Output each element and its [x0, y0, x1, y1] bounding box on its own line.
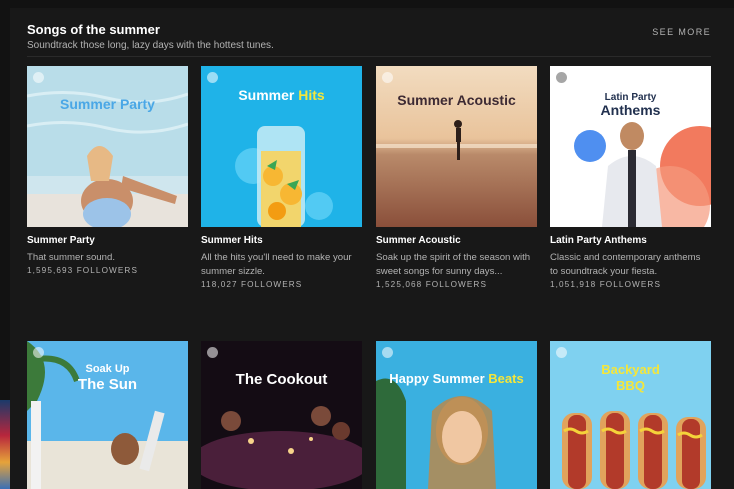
playlist-card-summer-acoustic[interactable]: Summer Acoustic Summer Acoustic Soak up … — [376, 66, 537, 289]
cover-art-beach-sunset — [376, 66, 537, 227]
playlist-card-latin-party-anthems[interactable]: Latin Party Anthems Latin Party Anthems … — [550, 66, 711, 289]
playlist-followers: 1,595,693 FOLLOWERS — [27, 266, 139, 275]
cover-title: Summer Party — [60, 96, 155, 112]
cover-title-part: Happy Summer — [389, 371, 485, 386]
spotify-logo-icon — [207, 72, 218, 83]
cover-art-singer — [550, 66, 711, 227]
cover-art-night-dinner — [201, 341, 362, 489]
cover-title: The Cookout — [235, 371, 328, 388]
playlist-card-happy-summer-beats[interactable]: Happy Summer Beats — [376, 341, 537, 489]
playlist-description: Classic and contemporary anthems to soun… — [550, 252, 701, 277]
spotify-logo-icon — [382, 347, 393, 358]
cover-title: BBQ — [616, 378, 645, 393]
cover-title-small: Soak Up — [85, 363, 130, 375]
playlist-description: All the hits you'll need to make your su… — [201, 252, 352, 277]
cover-title: Summer Hits — [201, 87, 362, 103]
spotify-logo-icon — [33, 72, 44, 83]
spotify-logo-icon — [556, 347, 567, 358]
cover-title-accent: Beats — [488, 371, 524, 386]
playlist-cover[interactable]: Soak Up The Sun — [27, 341, 188, 489]
cover-art-pool — [27, 66, 188, 227]
cover-title: The Sun — [77, 376, 138, 393]
background-artwork-edge — [0, 400, 10, 489]
spotify-logo-icon — [556, 72, 567, 83]
spotify-logo-icon — [33, 347, 44, 358]
playlist-cover[interactable]: Summer Hits — [201, 66, 362, 227]
section-title: Songs of the summer — [27, 22, 160, 37]
playlist-title[interactable]: Summer Hits — [201, 235, 263, 246]
playlist-title[interactable]: Summer Acoustic — [376, 235, 461, 246]
playlist-cover[interactable]: Summer Acoustic — [376, 66, 537, 227]
section-subtitle: Soundtrack those long, lazy days with th… — [27, 40, 274, 51]
playlist-description: Soak up the spirit of the season with sw… — [376, 252, 531, 277]
cover-title-accent: Hits — [298, 87, 325, 103]
playlist-cover[interactable]: The Cookout — [201, 341, 362, 489]
cover-title: Anthems — [600, 102, 661, 118]
playlist-cover[interactable]: Happy Summer Beats — [376, 341, 537, 489]
cover-title: Happy Summer Beats — [376, 371, 537, 386]
playlist-card-summer-hits[interactable]: Summer Hits Summer Hits All the hits you… — [201, 66, 362, 289]
playlist-followers: 118,027 FOLLOWERS — [201, 280, 303, 289]
playlist-title[interactable]: Summer Party — [27, 235, 95, 246]
spotify-logo-icon — [382, 72, 393, 83]
spotify-logo-icon — [207, 347, 218, 358]
playlist-cover[interactable]: Latin Party Anthems — [550, 66, 711, 227]
playlist-cover[interactable]: Backyard BBQ — [550, 341, 711, 489]
section-header: Songs of the summer Soundtrack those lon… — [27, 22, 711, 57]
cover-title-small: Backyard — [601, 362, 660, 377]
see-more-link[interactable]: SEE MORE — [652, 27, 711, 37]
playlist-title[interactable]: Latin Party Anthems — [550, 235, 647, 246]
playlist-card-the-cookout[interactable]: The Cookout — [201, 341, 362, 489]
playlist-card-backyard-bbq[interactable]: Backyard BBQ — [550, 341, 711, 489]
playlist-cover[interactable]: Summer Party — [27, 66, 188, 227]
playlist-followers: 1,525,068 FOLLOWERS — [376, 280, 488, 289]
playlist-card-summer-party[interactable]: Summer Party Summer Party That summer so… — [27, 66, 188, 275]
playlist-description: That summer sound. — [27, 252, 115, 263]
playlist-followers: 1,051,918 FOLLOWERS — [550, 280, 662, 289]
cover-title-part: Summer — [238, 87, 295, 103]
playlist-card-soak-up-the-sun[interactable]: Soak Up The Sun — [27, 341, 188, 489]
cover-title: Summer Acoustic — [397, 92, 516, 108]
cover-art-smiling-woman — [376, 341, 537, 489]
